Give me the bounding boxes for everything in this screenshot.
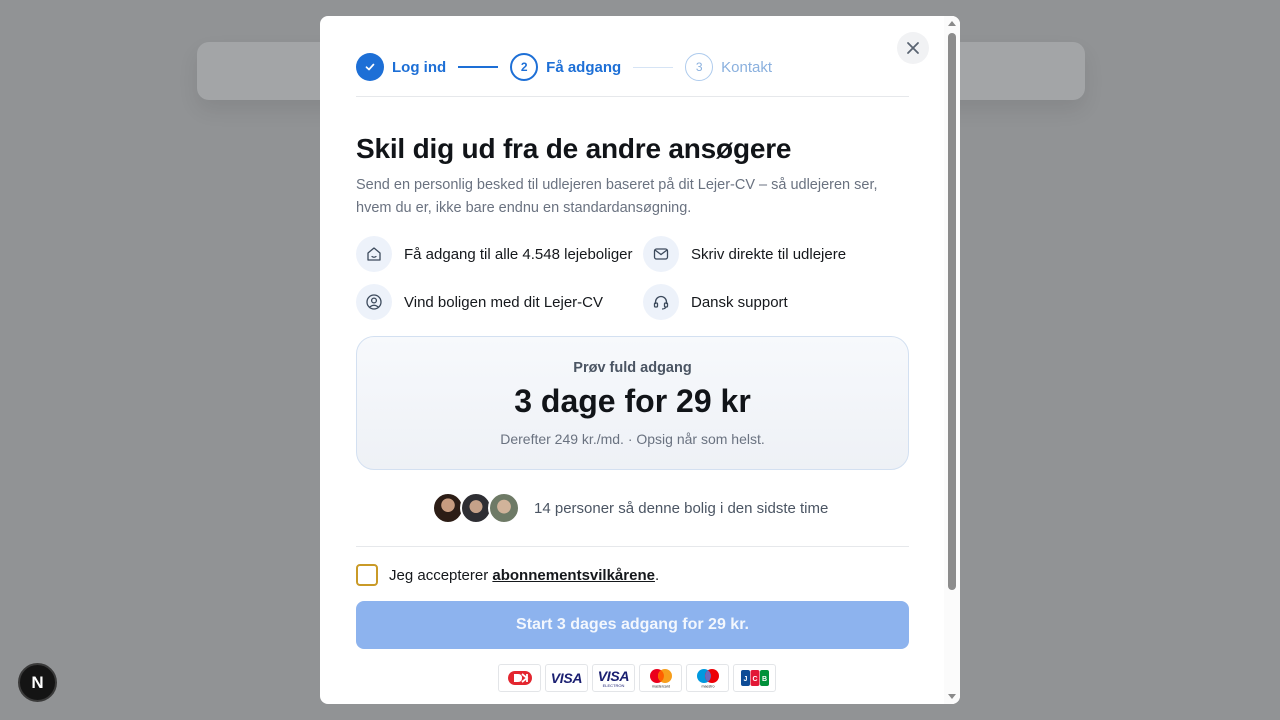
offer-note: Derefter 249 kr./md. · Opsig når som hel…: [500, 431, 765, 447]
terms-row: Jeg accepterer abonnementsvilkårene.: [356, 564, 659, 586]
terms-suffix: .: [654, 566, 660, 584]
check-icon: [365, 63, 375, 71]
svg-text:J: J: [743, 676, 747, 683]
social-proof: 14 personer så denne bolig i den sidste …: [432, 491, 828, 525]
offer-card: Prøv fuld adgang 3 dage for 29 kr Dereft…: [356, 336, 909, 470]
mail-icon: [643, 236, 679, 272]
feature-item: Vind boligen med dit Lejer-CV: [356, 284, 603, 320]
visa-electron-icon: VISA ELECTRON: [592, 664, 635, 692]
step-1-done-indicator: [356, 53, 384, 81]
headset-icon: [643, 284, 679, 320]
start-trial-button[interactable]: Start 3 dages adgang for 29 kr.: [356, 601, 909, 649]
user-icon: [356, 284, 392, 320]
feature-item: Dansk support: [643, 284, 788, 320]
feature-label: Dansk support: [691, 293, 788, 311]
dankort-icon: [498, 664, 541, 692]
scroll-thumb[interactable]: [948, 33, 956, 590]
feature-item: Få adgang til alle 4.548 lejeboliger: [356, 236, 633, 272]
maestro-icon: maestro: [686, 664, 729, 692]
feature-label: Få adgang til alle 4.548 lejeboliger: [404, 245, 633, 263]
svg-text:C: C: [752, 676, 757, 683]
step-3-indicator: 3: [685, 53, 714, 81]
house-icon: [356, 236, 392, 272]
terms-prefix: Jeg accepterer: [389, 566, 493, 584]
feature-label: Vind boligen med dit Lejer-CV: [404, 293, 604, 311]
jcb-icon: JCB: [733, 664, 776, 692]
step-2-label: Få adgang: [546, 58, 622, 76]
step-1-label: Log ind: [392, 58, 447, 76]
stepper-divider: [356, 96, 909, 97]
visa-icon: VISA: [545, 664, 588, 692]
step-connector: [458, 66, 499, 68]
access-modal: Log ind 2 Få adgang 3 Kontakt Skil dig u…: [320, 16, 960, 704]
payment-methods: VISA VISA ELECTRON mastercard maestro JCB: [498, 664, 776, 692]
terms-divider: [356, 546, 909, 547]
step-3-label: Kontakt: [721, 58, 773, 76]
svg-text:B: B: [761, 676, 766, 683]
modal-subtitle: Send en personlig besked til udlejeren b…: [356, 177, 878, 216]
scroll-down-arrow[interactable]: [948, 694, 956, 699]
scroll-up-arrow[interactable]: [948, 21, 956, 26]
svg-text:maestro: maestro: [701, 685, 714, 689]
social-proof-text: 14 personer så denne bolig i den sidste …: [534, 499, 829, 517]
offer-kicker: Prøv fuld adgang: [573, 360, 692, 376]
visa-label: VISA: [550, 670, 583, 686]
modal-scrollbar[interactable]: [944, 16, 960, 704]
offer-price: 3 dage for 29 kr: [514, 383, 751, 419]
progress-stepper: Log ind 2 Få adgang 3 Kontakt: [356, 52, 909, 82]
nextjs-dev-badge[interactable]: N: [18, 663, 57, 702]
feature-item: Skriv direkte til udlejere: [643, 236, 846, 272]
svg-text:mastercard: mastercard: [652, 685, 670, 689]
step-2-indicator: 2: [510, 53, 539, 81]
mastercard-icon: mastercard: [639, 664, 682, 692]
feature-label: Skriv direkte til udlejere: [691, 245, 847, 263]
step-connector: [633, 66, 674, 68]
terms-checkbox[interactable]: [356, 564, 378, 586]
avatar: [488, 492, 520, 524]
modal-title: Skil dig ud fra de andre ansøgere: [356, 133, 792, 164]
terms-link[interactable]: abonnementsvilkårene: [492, 567, 655, 584]
terms-text: Jeg accepterer abonnementsvilkårene.: [389, 567, 659, 584]
